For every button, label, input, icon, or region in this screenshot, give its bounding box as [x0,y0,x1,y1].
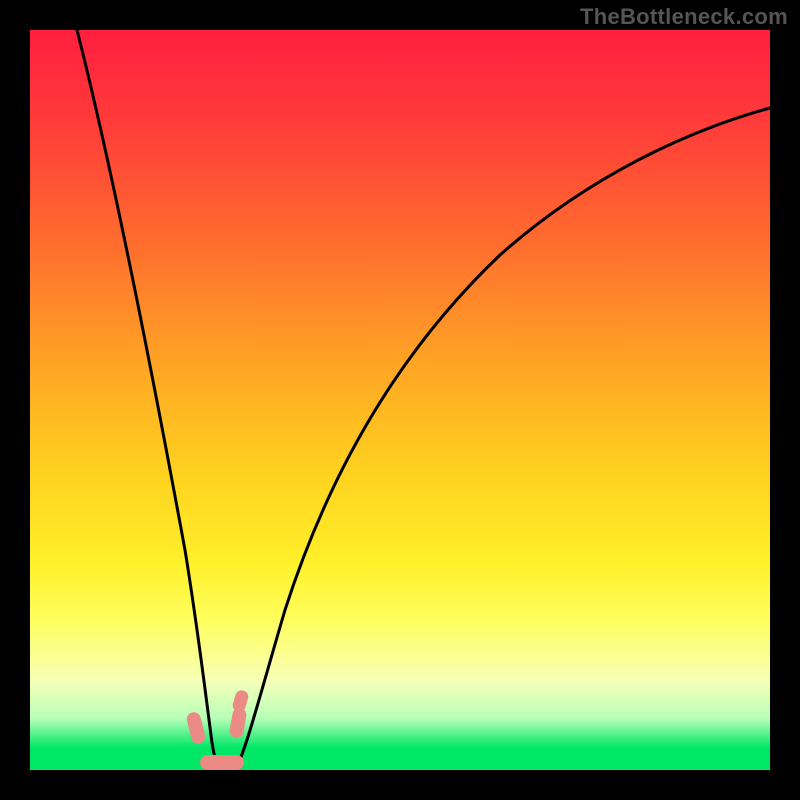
attribution-text: TheBottleneck.com [580,4,788,30]
outer-frame: TheBottleneck.com [0,0,800,800]
marker-blob [185,711,206,745]
bottleneck-chart [30,30,770,770]
bottleneck-curve-left [77,30,220,768]
marker-blob [231,689,250,714]
bottleneck-curve-right [236,108,770,768]
curve-svg [30,30,770,770]
marker-blob-wide [200,755,244,770]
